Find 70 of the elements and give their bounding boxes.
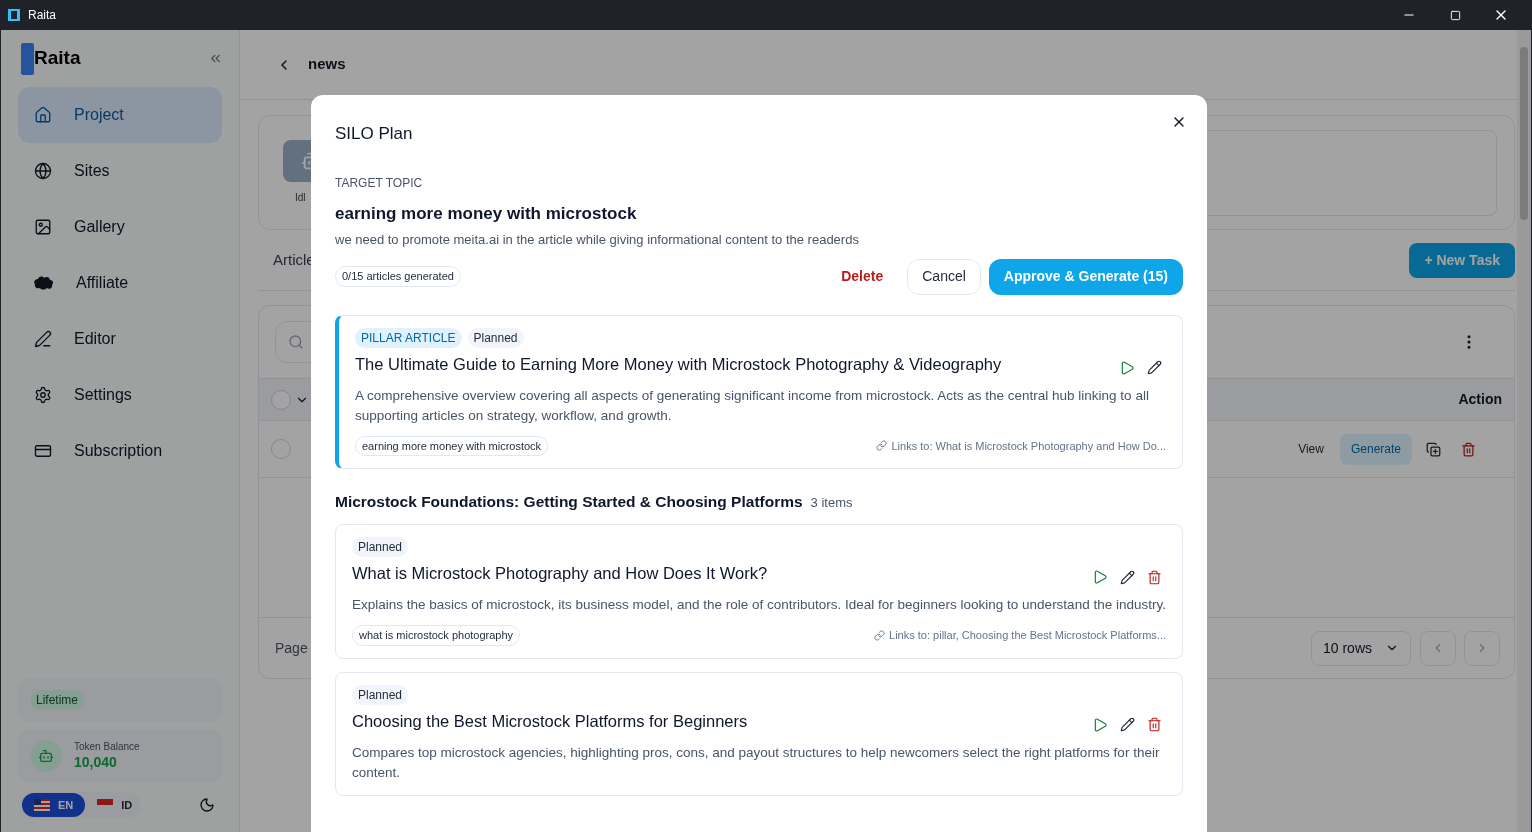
article-description: Explains the basics of microstock, its business model, and the role of contributors. Ideal for beginners looking to understand the industry. (352, 596, 1166, 615)
language-option[interactable]: ID (85, 793, 145, 817)
topic-note: we need to promote meita.ai in the article while giving informational content to the readerds (335, 231, 860, 249)
maximize-icon (1449, 9, 1461, 21)
search-icon (288, 334, 304, 350)
checkbox[interactable] (271, 389, 291, 410)
token-value: 10,040 (74, 753, 118, 771)
target-topic: earning more money with microstock (335, 202, 638, 225)
nav-item[interactable]: Affiliate (18, 255, 222, 311)
edit-icon[interactable] (1120, 569, 1135, 585)
nav-item[interactable]: Subscription (18, 423, 222, 479)
globe-icon (34, 162, 52, 180)
play-icon[interactable] (1092, 569, 1108, 586)
pen-icon (34, 330, 52, 348)
dialog-title: SILO Plan (335, 123, 414, 145)
logo-text: Raita (34, 46, 81, 71)
nav-item[interactable]: Gallery (18, 199, 222, 255)
play-icon[interactable] (1119, 359, 1135, 376)
duplicate-icon[interactable] (1426, 441, 1441, 457)
checkbox[interactable] (271, 439, 291, 459)
article-title: What is Microstock Photography and How Does It Work? (352, 563, 769, 585)
edit-icon[interactable] (1147, 360, 1162, 375)
links-text: Links to: pillar, Choosing the Best Microstock Platforms... (889, 628, 1166, 644)
target-topic-label: TARGET TOPIC (335, 174, 424, 192)
delete-icon[interactable] (1147, 569, 1162, 585)
article-title: Choosing the Best Microstock Platforms for Beginners (352, 710, 749, 732)
home-icon (34, 106, 52, 124)
nav-item[interactable]: Editor (18, 311, 222, 367)
status-badge: Planned (467, 327, 524, 348)
app-icon (8, 9, 20, 21)
section-title: Microstock Foundations: Getting Started & Choosing Platforms (335, 492, 803, 512)
language-option[interactable]: EN (22, 793, 86, 817)
page-label: Page (275, 638, 308, 658)
status-label: Idl (295, 191, 306, 205)
edit-icon[interactable] (1120, 717, 1135, 733)
link-icon (876, 440, 888, 452)
play-icon[interactable] (1092, 716, 1108, 733)
robot-icon (30, 740, 62, 772)
window-title: Raita (28, 7, 56, 24)
article-description: A comprehensive overview covering all aspects of generating significant income from microstock. Acts as the central hub linking to all supporting articles on strategy, workflow, and growth. (355, 386, 1150, 425)
delete-icon[interactable] (1147, 717, 1162, 733)
rows-select[interactable]: 10 rows (1311, 630, 1411, 666)
nav-item[interactable]: Project (18, 87, 222, 143)
logo-icon (21, 42, 34, 75)
column-header: Action (1458, 390, 1502, 409)
pillar-badge: PILLAR ARTICLE (355, 327, 462, 348)
cloud-icon (34, 276, 54, 290)
links-text: Links to: What is Microstock Photography and How Do... (891, 438, 1166, 454)
article-title: The Ultimate Guide to Earning More Money with Microstock Photography & Videography (355, 353, 1003, 375)
view-link[interactable]: View (1298, 440, 1324, 458)
cancel-button[interactable]: Cancel (907, 258, 981, 295)
delete-icon[interactable] (1461, 441, 1476, 457)
nav-item[interactable]: Settings (18, 367, 222, 423)
credit-card-icon (34, 442, 52, 460)
settings-icon (34, 386, 52, 404)
scrollbar-thumb[interactable] (1520, 47, 1528, 220)
article-description: Compares top microstock agencies, highlighting pros, cons, and payout structures to help newcomers select the right platforms for their content. (352, 743, 1161, 782)
delete-button[interactable]: Delete (825, 258, 900, 295)
flag-icon (34, 799, 50, 811)
plan-badge: Lifetime (30, 690, 85, 710)
status-badge: Planned (352, 537, 409, 558)
link-icon (874, 630, 886, 641)
page-title: news (308, 54, 346, 75)
nav-item[interactable]: Sites (18, 143, 222, 199)
token-label: Token Balance (74, 741, 140, 754)
status-badge: Planned (352, 684, 409, 705)
image-icon (34, 218, 52, 236)
generate-button[interactable]: Generate (1339, 433, 1412, 465)
section-count: 3 items (810, 494, 853, 512)
dark-mode-icon[interactable] (199, 797, 215, 813)
